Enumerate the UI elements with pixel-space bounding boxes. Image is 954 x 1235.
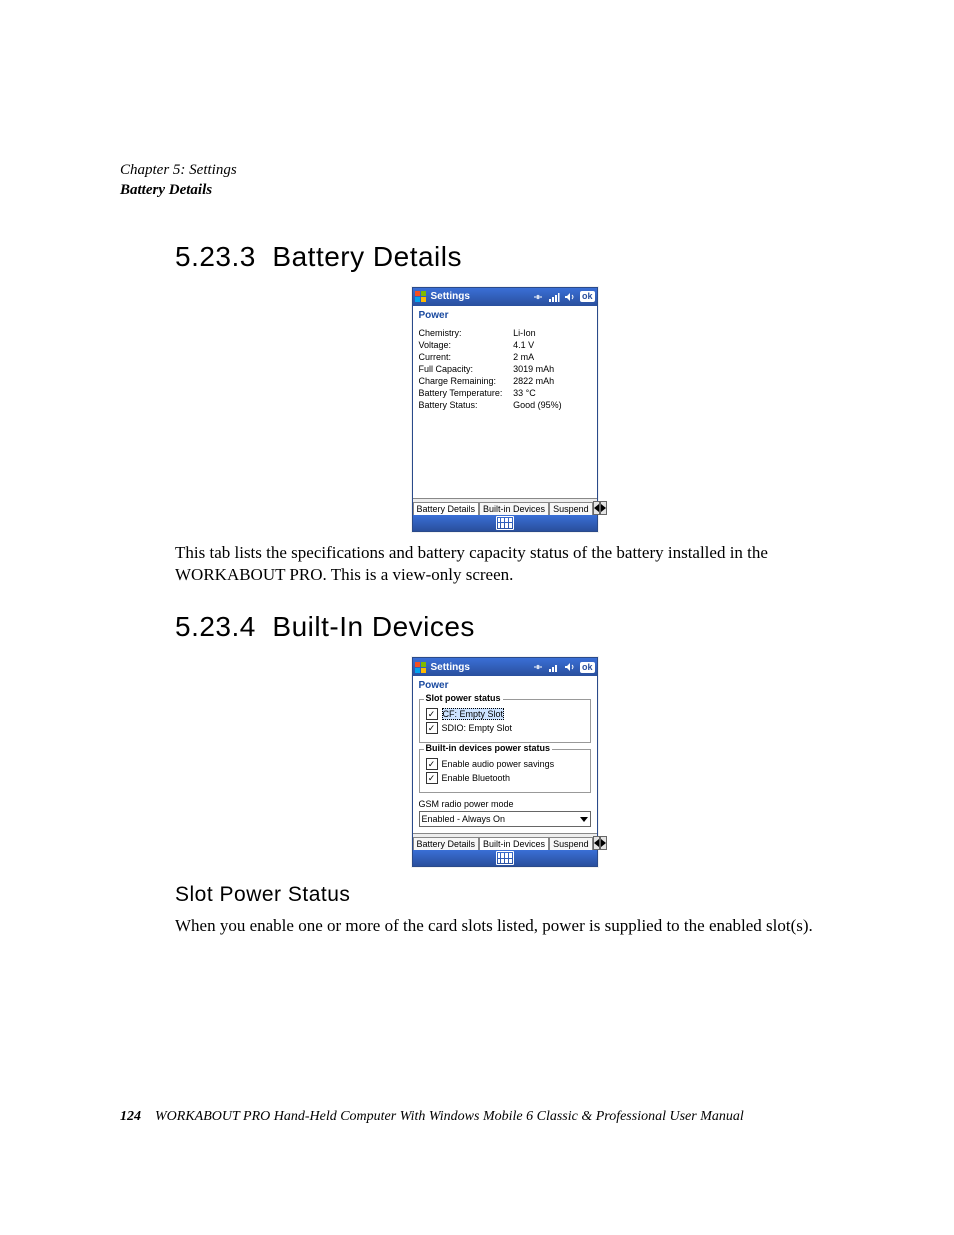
battery-details-body: Chemistry:Li-Ion Voltage:4.1 V Current:2… xyxy=(413,323,597,498)
running-head: Chapter 5: Settings Battery Details xyxy=(120,160,834,201)
bottom-bar xyxy=(413,515,597,531)
checkbox-label-audio: Enable audio power savings xyxy=(442,759,555,769)
built-in-devices-body: Slot power status ✓ CF: Empty Slot ✓ SDI… xyxy=(413,693,597,833)
tab-built-in-devices[interactable]: Built-in Devices xyxy=(479,837,549,850)
battery-details-paragraph: This tab lists the specifications and ba… xyxy=(175,542,834,588)
legend-slot-power: Slot power status xyxy=(424,693,503,703)
checkbox-row-bluetooth[interactable]: ✓ Enable Bluetooth xyxy=(426,772,584,784)
checkbox-bluetooth[interactable]: ✓ xyxy=(426,772,438,784)
row-charge-remaining: Charge Remaining:2822 mAh xyxy=(419,375,591,387)
screenshot-battery-details: Settings ok Power Chemist xyxy=(412,287,598,532)
titlebar: Settings ok xyxy=(413,288,597,306)
row-current: Current:2 mA xyxy=(419,351,591,363)
gsm-radio-value: Enabled - Always On xyxy=(422,814,506,824)
checkbox-sdio[interactable]: ✓ xyxy=(426,722,438,734)
tab-battery-details[interactable]: Battery Details xyxy=(413,837,480,850)
keyboard-icon[interactable] xyxy=(496,851,514,865)
volume-icon[interactable] xyxy=(564,291,576,303)
applet-title: Power xyxy=(413,676,597,693)
tab-scroll-left-button[interactable] xyxy=(593,836,600,850)
keyboard-icon[interactable] xyxy=(496,516,514,530)
tab-strip: Battery Details Built-in Devices Suspend xyxy=(413,498,597,515)
signal-icon[interactable] xyxy=(548,291,560,303)
tab-battery-details[interactable]: Battery Details xyxy=(413,502,480,515)
checkbox-cf[interactable]: ✓ xyxy=(426,708,438,720)
heading-battery-details: 5.23.3 Battery Details xyxy=(175,241,834,273)
volume-icon[interactable] xyxy=(564,661,576,673)
row-voltage: Voltage:4.1 V xyxy=(419,339,591,351)
chevron-down-icon xyxy=(580,817,588,822)
heading-number: 5.23.4 xyxy=(175,611,256,642)
group-slot-power-status: Slot power status ✓ CF: Empty Slot ✓ SDI… xyxy=(419,699,591,743)
tab-built-in-devices[interactable]: Built-in Devices xyxy=(479,502,549,515)
checkbox-row-sdio[interactable]: ✓ SDIO: Empty Slot xyxy=(426,722,584,734)
heading-number: 5.23.3 xyxy=(175,241,256,272)
heading-text: Built-In Devices xyxy=(272,611,475,642)
checkbox-label-cf: CF: Empty Slot xyxy=(442,708,505,720)
checkbox-label-sdio: SDIO: Empty Slot xyxy=(442,723,513,733)
signal-icon[interactable] xyxy=(548,661,560,673)
checkbox-audio[interactable]: ✓ xyxy=(426,758,438,770)
tab-suspend[interactable]: Suspend xyxy=(549,837,593,850)
connectivity-icon[interactable] xyxy=(532,291,544,303)
checkbox-label-bluetooth: Enable Bluetooth xyxy=(442,773,511,783)
window-title: Settings xyxy=(431,291,470,302)
tab-scroll-right-button[interactable] xyxy=(600,836,607,850)
tab-suspend[interactable]: Suspend xyxy=(549,502,593,515)
gsm-radio-select[interactable]: Enabled - Always On xyxy=(419,811,591,827)
battery-details-table: Chemistry:Li-Ion Voltage:4.1 V Current:2… xyxy=(419,327,591,411)
footer-text: WORKABOUT PRO Hand-Held Computer With Wi… xyxy=(155,1109,744,1125)
legend-built-in: Built-in devices power status xyxy=(424,743,553,753)
group-built-in-devices: Built-in devices power status ✓ Enable a… xyxy=(419,749,591,793)
tab-scroll-right-button[interactable] xyxy=(600,501,607,515)
section-label: Battery Details xyxy=(120,180,834,200)
row-full-capacity: Full Capacity:3019 mAh xyxy=(419,363,591,375)
heading-text: Battery Details xyxy=(272,241,462,272)
screenshot-built-in-devices: Settings ok Power Slot p xyxy=(412,657,598,867)
heading-slot-power-status: Slot Power Status xyxy=(175,883,834,907)
windows-start-icon[interactable] xyxy=(415,661,427,673)
ok-button[interactable]: ok xyxy=(580,291,595,302)
chapter-label: Chapter 5: Settings xyxy=(120,160,834,180)
ok-button[interactable]: ok xyxy=(580,662,595,673)
row-battery-temperature: Battery Temperature:33 °C xyxy=(419,387,591,399)
window-title: Settings xyxy=(431,662,470,673)
slot-power-paragraph: When you enable one or more of the card … xyxy=(175,915,834,938)
connectivity-icon[interactable] xyxy=(532,661,544,673)
gsm-radio-label: GSM radio power mode xyxy=(419,799,591,809)
row-chemistry: Chemistry:Li-Ion xyxy=(419,327,591,339)
tab-strip: Battery Details Built-in Devices Suspend xyxy=(413,833,597,850)
checkbox-row-audio[interactable]: ✓ Enable audio power savings xyxy=(426,758,584,770)
windows-start-icon[interactable] xyxy=(415,291,427,303)
applet-title: Power xyxy=(413,306,597,323)
heading-built-in-devices: 5.23.4 Built-In Devices xyxy=(175,611,834,643)
page-footer: 124 WORKABOUT PRO Hand-Held Computer Wit… xyxy=(120,1109,834,1125)
row-battery-status: Battery Status:Good (95%) xyxy=(419,399,591,411)
checkbox-row-cf[interactable]: ✓ CF: Empty Slot xyxy=(426,708,584,720)
bottom-bar xyxy=(413,850,597,866)
tab-scroll-left-button[interactable] xyxy=(593,501,600,515)
titlebar: Settings ok xyxy=(413,658,597,676)
page-number: 124 xyxy=(120,1109,141,1125)
